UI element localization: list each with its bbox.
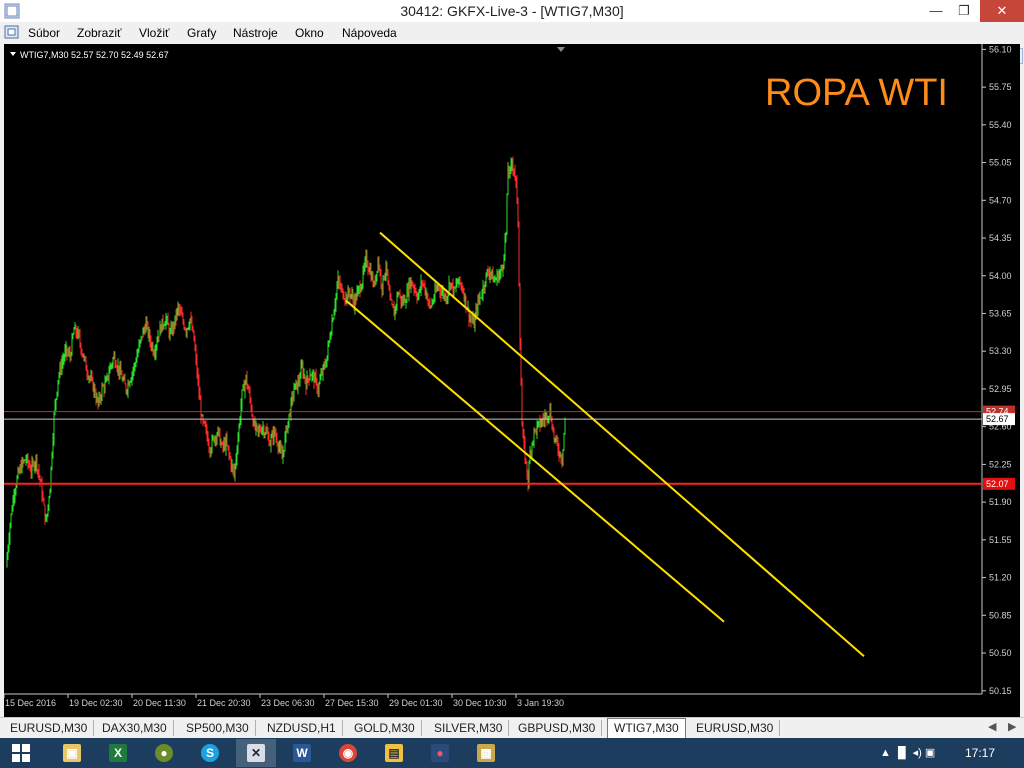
tab-nzdusd-h1[interactable]: NZDUSD,H1: [261, 720, 343, 736]
minimize-button[interactable]: —: [922, 0, 950, 22]
window-title: 30412: GKFX-Live-3 - [WTIG7,M30]: [400, 3, 624, 19]
taskbar-metatrader[interactable]: ✕: [236, 739, 276, 767]
price-tick-label-9: 52.95: [989, 384, 1012, 394]
menu-okno[interactable]: Okno: [295, 26, 324, 40]
taskbar-folder[interactable]: ▤: [374, 739, 414, 767]
time-tick-label-7: 30 Dec 10:30: [453, 698, 507, 708]
taskbar-chrome[interactable]: ◉: [328, 739, 368, 767]
price-tick-label-6: 54.00: [989, 271, 1012, 281]
price-chart[interactable]: WTIG7,M30 52.57 52.70 52.49 52.67 ROPA W…: [4, 44, 1020, 717]
time-tick-label-5: 27 Dec 15:30: [325, 698, 379, 708]
taskbar-media-app[interactable]: ▦: [466, 739, 506, 767]
menu-vlozit[interactable]: Vložiť: [139, 26, 170, 40]
taskbar-color-app[interactable]: ●: [420, 739, 460, 767]
tab-sp500-m30[interactable]: SP500,M30: [180, 720, 256, 736]
metatrader-icon: ✕: [247, 744, 265, 762]
red-level-price-label: 52.07: [986, 479, 1009, 489]
word-icon: W: [293, 744, 311, 762]
menu-zobrazit[interactable]: Zobraziť: [77, 26, 122, 40]
price-tick-label-0: 56.10: [989, 44, 1012, 54]
maximize-button[interactable]: ❐: [950, 0, 978, 22]
price-tick-label-17: 50.15: [989, 686, 1012, 696]
time-tick-label-0: 15 Dec 2016: [5, 698, 56, 708]
menu-napoveda[interactable]: Nápoveda: [342, 26, 397, 40]
menu-bar: Súbor Zobraziť Vložiť Grafy Nástroje Okn…: [0, 22, 1024, 64]
chart-info-line: WTIG7,M30 52.57 52.70 52.49 52.67: [20, 50, 169, 60]
taskbar-clock[interactable]: 17:17: [965, 746, 995, 760]
chart-window-icon: [4, 25, 19, 39]
price-tick-label-5: 54.35: [989, 233, 1012, 243]
windows-taskbar: ▣ X ● S ✕ W ◉ ▤ ● ▦ ▲ ▐▌ ◂) ▣ 17:17: [0, 738, 1024, 768]
tab-dax30-m30[interactable]: DAX30,M30: [96, 720, 174, 736]
time-tick-label-4: 23 Dec 06:30: [261, 698, 315, 708]
menu-nastroje[interactable]: Nástroje: [233, 26, 278, 40]
time-tick-label-6: 29 Dec 01:30: [389, 698, 443, 708]
price-tick-label-12: 51.90: [989, 497, 1012, 507]
color-app-icon: ●: [431, 744, 449, 762]
time-tick-label-1: 19 Dec 02:30: [69, 698, 123, 708]
price-tick-label-8: 53.30: [989, 346, 1012, 356]
price-tick-label-11: 52.25: [989, 459, 1012, 469]
price-tick-label-7: 53.65: [989, 308, 1012, 318]
price-tick-label-1: 55.75: [989, 82, 1012, 92]
current-price-label: 52.67: [986, 414, 1009, 424]
price-tick-label-15: 50.85: [989, 610, 1012, 620]
time-tick-label-3: 21 Dec 20:30: [197, 698, 251, 708]
chart-window[interactable]: WTIG7,M30 52.57 52.70 52.49 52.67 ROPA W…: [4, 44, 1020, 717]
tab-gold-m30[interactable]: GOLD,M30: [348, 720, 422, 736]
tab-silver-m30[interactable]: SILVER,M30: [428, 720, 510, 736]
price-tick-label-13: 51.55: [989, 535, 1012, 545]
tab-wtig7-m30[interactable]: WTIG7,M30: [607, 718, 686, 739]
taskbar-explorer[interactable]: ▣: [52, 739, 92, 767]
app-icon: ●: [155, 744, 173, 762]
taskbar-skype[interactable]: S: [190, 739, 230, 767]
tab-gbpusd-m30[interactable]: GBPUSD,M30: [512, 720, 603, 736]
chrome-icon: ◉: [339, 744, 357, 762]
windows-start-icon[interactable]: [12, 744, 30, 762]
price-tick-label-3: 55.05: [989, 158, 1012, 168]
time-tick-label-8: 3 Jan 19:30: [517, 698, 564, 708]
tab-eurusd-m30[interactable]: EURUSD,M30: [4, 720, 95, 736]
tab-scroll-left-icon[interactable]: ◀: [988, 720, 996, 733]
taskbar-excel[interactable]: X: [98, 739, 138, 767]
explorer-icon: ▣: [63, 744, 81, 762]
close-button[interactable]: ✕: [980, 0, 1024, 22]
tab-eurusd-m30-2[interactable]: EURUSD,M30: [690, 720, 781, 736]
tab-scroll-right-icon[interactable]: ▶: [1008, 720, 1016, 733]
taskbar-app[interactable]: ●: [144, 739, 184, 767]
chart-overlay-text: ROPA WTI: [765, 72, 948, 114]
price-tick-label-14: 51.20: [989, 573, 1012, 583]
price-tick-label-16: 50.50: [989, 648, 1012, 658]
folder-icon: ▤: [385, 744, 403, 762]
system-tray[interactable]: ▲ ▐▌ ◂) ▣: [880, 746, 935, 759]
time-tick-label-2: 20 Dec 11:30: [133, 698, 186, 708]
price-tick-label-4: 54.70: [989, 195, 1012, 205]
chart-tabs-bar: EURUSD,M30 DAX30,M30 SP500,M30 NZDUSD,H1…: [0, 717, 1024, 739]
price-tick-label-2: 55.40: [989, 120, 1012, 130]
title-bar: 30412: GKFX-Live-3 - [WTIG7,M30] — ❐ ✕: [0, 0, 1024, 22]
media-app-icon: ▦: [477, 744, 495, 762]
menu-subor[interactable]: Súbor: [28, 26, 60, 40]
skype-icon: S: [201, 744, 219, 762]
taskbar-word[interactable]: W: [282, 739, 322, 767]
excel-icon: X: [109, 744, 127, 762]
menu-grafy[interactable]: Grafy: [187, 26, 216, 40]
